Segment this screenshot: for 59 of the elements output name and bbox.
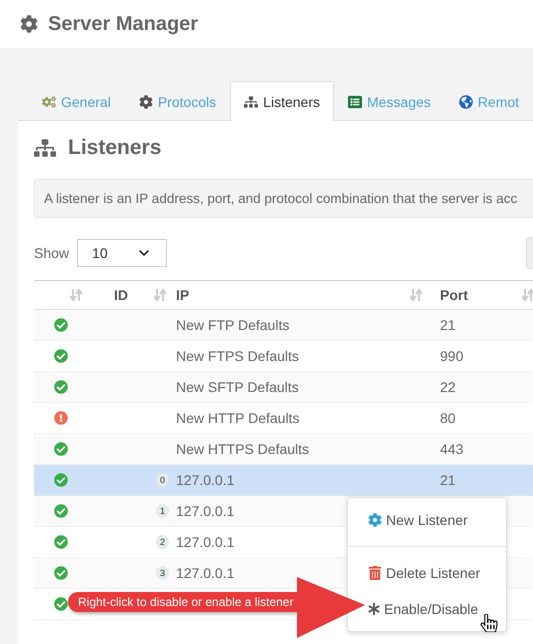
table-cell: 22 xyxy=(440,379,456,395)
tab[interactable]: Listeners xyxy=(230,81,334,121)
table-row[interactable]: 0 127.0.0.1 21 xyxy=(34,465,533,496)
table-cell: New HTTP Defaults xyxy=(176,410,300,426)
list-icon xyxy=(348,94,362,108)
table-cell: 127.0.0.1 xyxy=(176,472,234,488)
id-badge: 1 xyxy=(156,504,170,518)
info-text: A listener is an IP address, port, and protocol combination that the server is acc xyxy=(34,179,533,218)
sort-icon[interactable] xyxy=(522,288,533,302)
menu-item[interactable]: Enable/Disable xyxy=(348,591,506,627)
page-title: Server Manager xyxy=(48,12,198,36)
trash-icon xyxy=(368,566,382,580)
table-row[interactable]: New SFTP Defaults 22 xyxy=(34,372,533,403)
table-cell: New SFTP Defaults xyxy=(176,379,299,395)
check-icon xyxy=(54,442,68,456)
page-size-select[interactable]: 10 xyxy=(77,239,168,267)
id-badge: 0 xyxy=(156,473,170,487)
table-cell: 127.0.0.1 xyxy=(176,565,234,581)
table-row[interactable]: New FTP Defaults 21 xyxy=(34,310,533,341)
table-cell: 21 xyxy=(440,472,456,488)
column-header[interactable]: ID xyxy=(114,287,128,303)
sort-icon[interactable] xyxy=(410,288,422,302)
table-cell: 127.0.0.1 xyxy=(176,503,234,519)
check-icon xyxy=(54,566,68,580)
id-badge: 3 xyxy=(156,566,170,580)
globe-icon xyxy=(458,94,473,108)
panel-title: Listeners xyxy=(68,136,162,160)
check-icon xyxy=(54,380,68,394)
column-header[interactable]: Port xyxy=(440,287,468,303)
table-cell: 21 xyxy=(440,317,456,333)
id-badge: 2 xyxy=(156,535,170,549)
check-icon xyxy=(54,535,68,549)
check-icon xyxy=(54,349,68,363)
asterisk-icon xyxy=(368,603,380,615)
gears-icon xyxy=(42,94,56,108)
check-icon xyxy=(54,318,68,332)
table-cell: New HTTPS Defaults xyxy=(176,441,310,457)
table-cell: 80 xyxy=(440,410,456,426)
sitemap-icon xyxy=(244,94,258,108)
sitemap-icon xyxy=(34,137,56,159)
table-cell: New FTPS Defaults xyxy=(176,348,299,364)
column-header[interactable]: IP xyxy=(176,287,190,303)
table-row[interactable]: New HTTPS Defaults 443 xyxy=(34,434,533,465)
menu-item[interactable]: Delete Listener xyxy=(348,555,506,591)
gear-icon xyxy=(20,15,38,33)
gear-icon xyxy=(368,513,382,527)
warning-icon xyxy=(54,411,68,425)
check-icon xyxy=(54,473,68,487)
show-label: Show xyxy=(34,245,70,261)
check-icon xyxy=(54,504,68,518)
table-cell: New FTP Defaults xyxy=(176,317,290,333)
table-cell: 127.0.0.1 xyxy=(176,534,234,550)
arrow-icon xyxy=(297,577,367,639)
gear-icon xyxy=(138,94,153,108)
table-cell: 990 xyxy=(440,348,464,364)
table-cell: 443 xyxy=(440,441,464,457)
check-icon xyxy=(54,597,68,611)
sort-icon[interactable] xyxy=(154,288,166,302)
sort-icon[interactable] xyxy=(70,288,82,302)
